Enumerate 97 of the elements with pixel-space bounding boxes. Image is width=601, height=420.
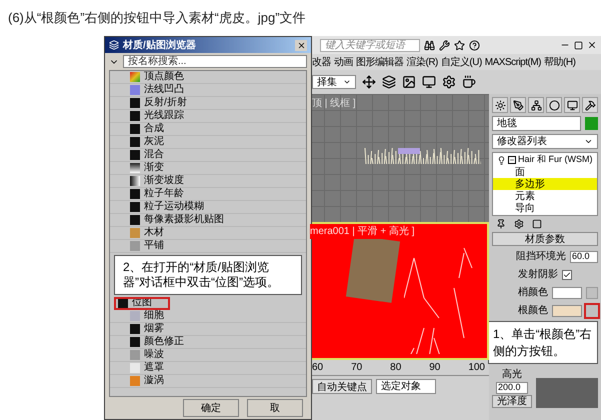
map-list-item[interactable]: 漩涡 — [110, 375, 306, 388]
map-list-item[interactable]: 渐变 — [110, 162, 306, 175]
dialog-button[interactable]: 确定 — [183, 399, 239, 417]
tab-icon — [512, 100, 524, 110]
panel-tab[interactable] — [510, 97, 526, 113]
object-color-swatch[interactable] — [585, 117, 598, 130]
sub-object-item[interactable]: 元素 — [493, 190, 597, 202]
param-label: 高光 — [502, 368, 522, 382]
settings-icon[interactable] — [514, 219, 524, 229]
menu-item[interactable]: 图形编辑器 — [356, 54, 404, 70]
checkbox[interactable] — [562, 270, 572, 280]
tab-icon — [530, 100, 542, 110]
map-list-item[interactable]: 木材 — [110, 227, 306, 240]
rollout-header[interactable]: 材质参数 — [492, 232, 598, 246]
menu-item[interactable]: 改器 — [312, 54, 331, 70]
toolbar-icon[interactable] — [382, 75, 396, 89]
dialog-title: 材质/贴图浏览器 — [123, 38, 197, 52]
dialog-button[interactable]: 取 — [247, 399, 303, 417]
frame-tick-label: 70 — [351, 361, 362, 375]
square-icon[interactable] — [532, 219, 542, 229]
menu-item[interactable]: 渲染(R) — [406, 54, 438, 70]
menu-item[interactable]: 帮助(H) — [544, 54, 576, 70]
sub-object-item[interactable]: 面 — [493, 166, 597, 178]
lightbulb-icon[interactable] — [497, 156, 506, 164]
param-label: 发射阴影 — [518, 268, 558, 282]
param-label: 阻挡环境光 — [516, 250, 566, 264]
gloss-button[interactable]: 光泽度 — [492, 395, 532, 408]
search-icon[interactable] — [424, 40, 435, 50]
map-list-item[interactable]: 粒子年龄 — [110, 188, 306, 201]
caret-icon — [343, 78, 351, 86]
search-field[interactable]: 按名称搜索... — [123, 55, 307, 68]
panel-tab[interactable] — [582, 97, 598, 113]
app-icon — [109, 40, 119, 50]
map-list-item[interactable]: 噪波 — [110, 349, 306, 362]
color-swatch[interactable] — [552, 286, 582, 298]
toolbar-icon[interactable] — [402, 75, 416, 89]
pin-icon[interactable] — [496, 219, 506, 229]
star-icon[interactable] — [454, 40, 465, 50]
maximize-icon[interactable] — [574, 40, 583, 50]
step-caption: (6)从“根颜色”右侧的按钮中导入素材“虎皮。jpg”文件 — [7, 9, 307, 27]
tab-icon — [548, 100, 560, 110]
help-icon[interactable] — [469, 40, 480, 50]
panel-tab[interactable] — [546, 97, 562, 113]
modifier-item[interactable]: Hair 和 Fur (WSM) — [518, 153, 592, 167]
menu-item[interactable]: 动画 — [334, 54, 353, 70]
panel-tab[interactable] — [492, 97, 508, 113]
map-list-item[interactable]: 遮罩 — [110, 362, 306, 375]
caret-icon — [584, 137, 593, 146]
toolbar-icon[interactable] — [442, 75, 456, 89]
toolbar-icon[interactable] — [462, 75, 476, 89]
map-list-item[interactable]: 混合 — [110, 149, 306, 162]
map-list-item[interactable]: 渐变坡度 — [110, 175, 306, 188]
param-label: 根颜色 — [518, 304, 548, 318]
frame-tick-label: 80 — [390, 361, 402, 375]
highlight-curve-graph — [536, 378, 598, 408]
map-list-item[interactable]: 反射/折射 — [110, 97, 306, 110]
panel-tab[interactable] — [564, 97, 580, 113]
menu-item[interactable]: MAXScript(M) — [484, 54, 542, 70]
map-list-item[interactable]: 烟雾 — [110, 323, 306, 336]
modifier-list-dropdown[interactable]: 修改器列表 — [492, 134, 598, 149]
map-list-item[interactable]: 颜色修正 — [110, 336, 306, 349]
frame-tick-label: 100 — [468, 361, 485, 375]
instruction-callout: 2、在打开的“材质/贴图浏览器”对话框中双击“位图”选项。 — [114, 255, 302, 295]
sub-object-item[interactable]: 多边形 — [493, 178, 597, 190]
spinner-field[interactable]: 60.0 — [570, 250, 598, 262]
color-swatch[interactable] — [552, 304, 582, 316]
frame-tick-label: 60 — [312, 361, 324, 375]
instruction-callout: 1、单击“根颜色”右侧的方按钮。 — [488, 321, 598, 364]
toolbar-icon[interactable] — [362, 75, 376, 89]
wrench-icon[interactable] — [439, 40, 450, 50]
tab-icon — [494, 100, 506, 110]
map-list-item[interactable]: 合成 — [110, 123, 306, 136]
map-list-item[interactable]: 光线跟踪 — [110, 110, 306, 123]
param-label: 梢颜色 — [518, 286, 548, 300]
menu-item[interactable]: 自定义(U) — [440, 54, 482, 70]
tab-icon — [566, 100, 578, 110]
map-list-item[interactable]: 每像素摄影机贴图 — [110, 214, 306, 227]
close-icon — [296, 40, 306, 50]
close-icon[interactable] — [587, 40, 597, 50]
collapse-icon[interactable] — [508, 156, 516, 164]
close-button[interactable] — [295, 40, 307, 50]
key-selection-dropdown[interactable]: 选定对象 — [376, 379, 436, 394]
selection-set-dropdown[interactable]: 择集 — [312, 75, 356, 89]
sub-object-item[interactable]: 导向 — [493, 202, 597, 214]
map-list-item[interactable]: 细胞 — [110, 310, 306, 323]
map-button[interactable] — [586, 304, 598, 316]
spinner-field[interactable]: 200.0 — [496, 382, 528, 394]
object-name-field[interactable]: 地毯 — [492, 116, 581, 131]
map-list-item[interactable]: 粒子运动模糊 — [110, 201, 306, 214]
panel-tab[interactable] — [528, 97, 544, 113]
map-list-item[interactable]: 平铺 — [110, 240, 306, 253]
tab-icon — [584, 100, 596, 110]
map-list-item[interactable]: 灰泥 — [110, 136, 306, 149]
map-list-item[interactable]: 法线凹凸 — [110, 84, 306, 97]
auto-key-button[interactable]: 自动关键点 — [312, 379, 372, 394]
frame-tick-label: 90 — [429, 361, 440, 375]
toolbar-icon[interactable] — [422, 75, 436, 89]
